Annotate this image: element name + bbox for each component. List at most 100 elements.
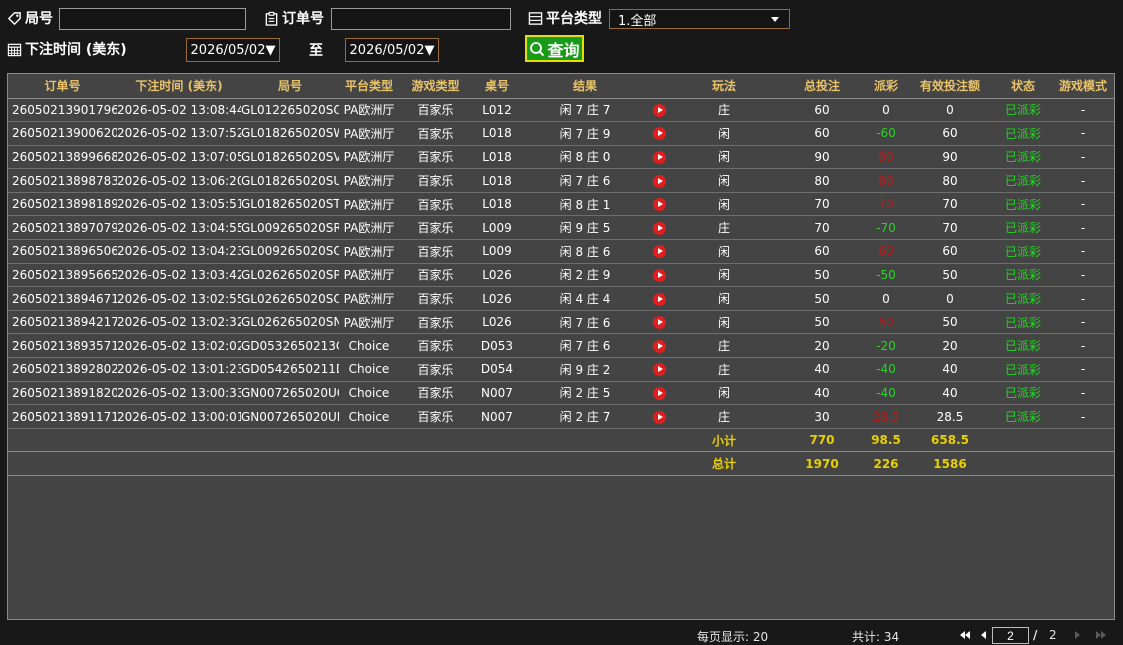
pagination-bar: 每页显示: 20 共计: 34 / 2 (0, 626, 1123, 645)
cell-type: 百家乐 (399, 98, 472, 123)
cell-mode: - (1052, 121, 1114, 146)
cell-bet: 70 (778, 192, 866, 217)
column-header: 桌号 (472, 74, 522, 99)
cell-play: 庄 (670, 98, 778, 123)
cell-order: 260502138970790 (8, 215, 117, 241)
cell-bet: 60 (778, 239, 866, 264)
cell-game: GL018265020SU (241, 168, 339, 193)
cell-play: 闲 (670, 145, 778, 170)
cell-time: 2026-05-02 13:02:32 (117, 310, 241, 335)
first-page-icon[interactable] (960, 630, 970, 640)
cell-order: 260502138911715 (8, 404, 117, 429)
date-range-to-label: 至 (309, 43, 323, 59)
cell-mode: - (1052, 357, 1114, 382)
cell-mode: - (1052, 145, 1114, 170)
play-video-icon[interactable] (652, 292, 666, 306)
play-video-icon[interactable] (652, 363, 666, 377)
play-video-icon[interactable] (652, 410, 666, 424)
cell-platform: PA欧洲厅 (339, 98, 399, 123)
cell-time: 2026-05-02 13:04:55 (117, 215, 241, 241)
play-video-icon[interactable] (652, 174, 666, 188)
cell-platform: PA欧洲厅 (339, 192, 399, 217)
cell-type: 百家乐 (399, 263, 472, 288)
cell-valid: 40 (906, 381, 994, 406)
column-header: 状态 (994, 74, 1052, 99)
play-video-icon[interactable] (652, 221, 666, 235)
game-no-input[interactable] (59, 8, 246, 30)
cell-status: 已派彩 (994, 310, 1052, 335)
play-video-icon[interactable] (652, 339, 666, 353)
cell-mode: - (1052, 333, 1114, 359)
cell-type: 百家乐 (399, 145, 472, 170)
cell-game: GL012265020SO (241, 98, 339, 123)
cell-play: 庄 (670, 357, 778, 382)
cell-valid: 70 (906, 215, 994, 241)
cell-table: D053 (472, 333, 522, 359)
cell-result: 闲 2 庄 9 (522, 263, 648, 288)
order-no-label: 订单号 (264, 8, 324, 28)
cell-platform: PA欧洲厅 (339, 239, 399, 264)
date-to-picker[interactable]: 2026/05/02▼ (345, 38, 439, 62)
bet-time-label: 下注时间 (美东) (7, 39, 127, 59)
cell-platform: Choice (339, 357, 399, 382)
play-video-icon[interactable] (652, 103, 666, 117)
column-header: 订单号 (8, 74, 117, 99)
cell-status: 已派彩 (994, 168, 1052, 193)
order-no-input[interactable] (331, 8, 511, 30)
cell-table: L026 (472, 263, 522, 288)
play-video-icon[interactable] (652, 198, 666, 212)
next-page-icon[interactable] (1074, 630, 1082, 640)
cell-payout: -60 (866, 121, 906, 146)
cell-result: 闲 8 庄 6 (522, 239, 648, 264)
column-header: 有效投注额 (906, 74, 994, 99)
replay-cell (648, 263, 670, 288)
cell-result: 闲 2 庄 7 (522, 404, 648, 429)
cell-valid: 80 (906, 168, 994, 193)
page-number-input[interactable] (992, 627, 1029, 644)
cell-valid: 28.5 (906, 404, 994, 429)
table-row: 260502138918203 2026-05-02 13:00:33 GN0072… (8, 381, 1114, 406)
prev-page-icon[interactable] (979, 630, 987, 640)
cell-order: 260502138918203 (8, 381, 117, 406)
table-row: 260502138935712 2026-05-02 13:02:02 GD0532… (8, 333, 1114, 359)
cell-platform: PA欧洲厅 (339, 145, 399, 170)
cell-order: 260502138956653 (8, 263, 117, 288)
subtotal-row-bet: 770 (778, 428, 866, 453)
cell-order: 260502138996686 (8, 145, 117, 170)
cell-mode: - (1052, 286, 1114, 311)
table-row: 260502138946717 2026-05-02 13:02:55 GL0262… (8, 286, 1114, 311)
total-row-label: 总计 (670, 451, 778, 476)
cell-valid: 60 (906, 239, 994, 264)
cell-payout: 0 (866, 286, 906, 311)
cell-type: 百家乐 (399, 168, 472, 193)
table-row: 260502138965066 2026-05-02 13:04:23 GL0092… (8, 239, 1114, 264)
query-button[interactable]: 查询 (525, 35, 584, 62)
cell-result: 闲 7 庄 6 (522, 310, 648, 335)
table-row: 260502139017960 2026-05-02 13:08:44 GL0122… (8, 98, 1114, 123)
column-header: 总投注 (778, 74, 866, 99)
replay-cell (648, 121, 670, 146)
cell-type: 百家乐 (399, 192, 472, 217)
play-video-icon[interactable] (652, 245, 666, 259)
cell-result: 闲 2 庄 5 (522, 381, 648, 406)
play-video-icon[interactable] (652, 150, 666, 164)
page-separator: / (1033, 628, 1038, 642)
replay-cell (648, 215, 670, 241)
cell-type: 百家乐 (399, 121, 472, 146)
platform-select[interactable]: 1.全部 (609, 9, 790, 29)
cell-play: 庄 (670, 215, 778, 241)
play-video-icon[interactable] (652, 316, 666, 330)
cell-table: L009 (472, 239, 522, 264)
play-video-icon[interactable] (652, 127, 666, 141)
cell-mode: - (1052, 98, 1114, 123)
play-video-icon[interactable] (652, 386, 666, 400)
cell-platform: Choice (339, 404, 399, 429)
last-page-icon[interactable] (1096, 630, 1106, 640)
date-from-picker[interactable]: 2026/05/02▼ (186, 38, 280, 62)
subtotal-row-valid: 658.5 (906, 428, 994, 453)
cell-bet: 30 (778, 404, 866, 429)
cell-play: 闲 (670, 192, 778, 217)
total-row-payout: 226 (866, 451, 906, 476)
play-video-icon[interactable] (652, 268, 666, 282)
cell-bet: 50 (778, 310, 866, 335)
